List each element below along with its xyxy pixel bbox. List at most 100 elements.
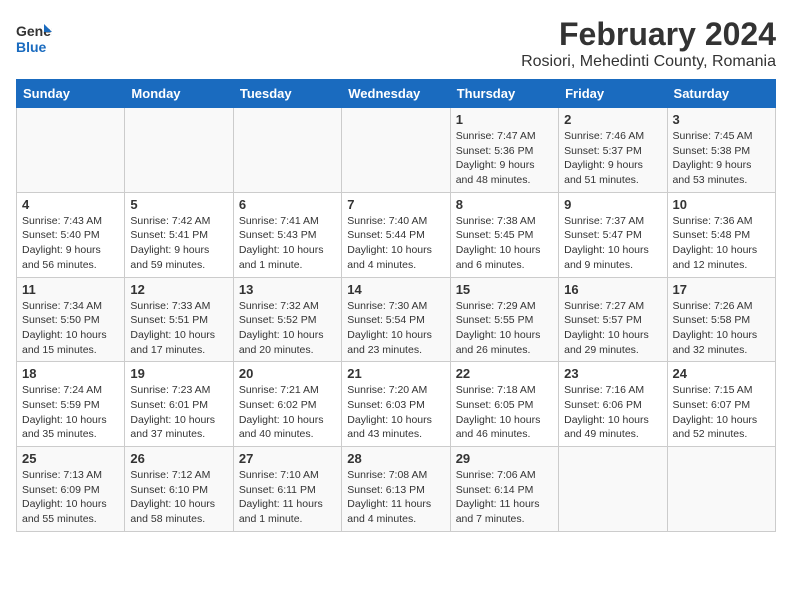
day-number: 2 — [564, 112, 661, 127]
day-number: 19 — [130, 366, 227, 381]
calendar-cell: 24 Sunrise: 7:15 AM Sunset: 6:07 PM Dayli… — [667, 362, 775, 447]
day-info: Sunrise: 7:34 AM Sunset: 5:50 PM Dayligh… — [22, 299, 119, 358]
day-number: 25 — [22, 451, 119, 466]
day-number: 23 — [564, 366, 661, 381]
day-info: Sunrise: 7:18 AM Sunset: 6:05 PM Dayligh… — [456, 383, 553, 442]
calendar-cell: 18Sunrise: 7:24 AM Sunset: 5:59 PM Dayli… — [17, 362, 125, 447]
col-header-wednesday: Wednesday — [342, 80, 450, 108]
day-info: Sunrise: 7:45 AM Sunset: 5:38 PM Dayligh… — [673, 129, 770, 188]
day-info: Sunrise: 7:33 AM Sunset: 5:51 PM Dayligh… — [130, 299, 227, 358]
calendar-cell: 29Sunrise: 7:06 AM Sunset: 6:14 PM Dayli… — [450, 447, 558, 532]
day-info: Sunrise: 7:46 AM Sunset: 5:37 PM Dayligh… — [564, 129, 661, 188]
logo: General Blue — [16, 16, 52, 65]
calendar-cell: 25 Sunrise: 7:13 AM Sunset: 6:09 PM Dayli… — [17, 447, 125, 532]
day-number: 1 — [456, 112, 553, 127]
day-info: Sunrise: 7:29 AM Sunset: 5:55 PM Dayligh… — [456, 299, 553, 358]
calendar-cell: 7 Sunrise: 7:40 AM Sunset: 5:44 PM Daylig… — [342, 192, 450, 277]
day-info: Sunrise: 7:41 AM Sunset: 5:43 PM Dayligh… — [239, 214, 336, 273]
calendar-week-row: 11 Sunrise: 7:34 AM Sunset: 5:50 PM Dayli… — [17, 277, 776, 362]
col-header-sunday: Sunday — [17, 80, 125, 108]
calendar-cell: 12Sunrise: 7:33 AM Sunset: 5:51 PM Dayli… — [125, 277, 233, 362]
day-info: Sunrise: 7:37 AM Sunset: 5:47 PM Dayligh… — [564, 214, 661, 273]
calendar-week-row: 1 Sunrise: 7:47 AM Sunset: 5:36 PM Daylig… — [17, 108, 776, 193]
calendar-cell: 28 Sunrise: 7:08 AM Sunset: 6:13 PM Dayli… — [342, 447, 450, 532]
calendar-week-row: 25 Sunrise: 7:13 AM Sunset: 6:09 PM Dayli… — [17, 447, 776, 532]
calendar-cell: 20 Sunrise: 7:21 AM Sunset: 6:02 PM Dayli… — [233, 362, 341, 447]
day-number: 14 — [347, 282, 444, 297]
day-number: 6 — [239, 197, 336, 212]
logo-icon: General Blue — [16, 16, 52, 60]
day-info: Sunrise: 7:15 AM Sunset: 6:07 PM Dayligh… — [673, 383, 770, 442]
calendar-cell: 22 Sunrise: 7:18 AM Sunset: 6:05 PM Dayli… — [450, 362, 558, 447]
day-number: 24 — [673, 366, 770, 381]
svg-text:Blue: Blue — [16, 39, 47, 55]
calendar-week-row: 4 Sunrise: 7:43 AM Sunset: 5:40 PM Daylig… — [17, 192, 776, 277]
day-number: 15 — [456, 282, 553, 297]
calendar-cell: 19 Sunrise: 7:23 AM Sunset: 6:01 PM Dayli… — [125, 362, 233, 447]
day-number: 7 — [347, 197, 444, 212]
day-number: 22 — [456, 366, 553, 381]
calendar-cell: 2 Sunrise: 7:46 AM Sunset: 5:37 PM Daylig… — [559, 108, 667, 193]
day-info: Sunrise: 7:47 AM Sunset: 5:36 PM Dayligh… — [456, 129, 553, 188]
day-number: 21 — [347, 366, 444, 381]
col-header-tuesday: Tuesday — [233, 80, 341, 108]
day-info: Sunrise: 7:30 AM Sunset: 5:54 PM Dayligh… — [347, 299, 444, 358]
day-info: Sunrise: 7:38 AM Sunset: 5:45 PM Dayligh… — [456, 214, 553, 273]
day-info: Sunrise: 7:40 AM Sunset: 5:44 PM Dayligh… — [347, 214, 444, 273]
calendar-cell: 16 Sunrise: 7:27 AM Sunset: 5:57 PM Dayli… — [559, 277, 667, 362]
day-number: 26 — [130, 451, 227, 466]
calendar-cell: 15 Sunrise: 7:29 AM Sunset: 5:55 PM Dayli… — [450, 277, 558, 362]
day-info: Sunrise: 7:26 AM Sunset: 5:58 PM Dayligh… — [673, 299, 770, 358]
day-info: Sunrise: 7:23 AM Sunset: 6:01 PM Dayligh… — [130, 383, 227, 442]
calendar-cell: 8 Sunrise: 7:38 AM Sunset: 5:45 PM Daylig… — [450, 192, 558, 277]
page-header: General Blue February 2024 Rosiori, Mehe… — [16, 16, 776, 71]
day-number: 17 — [673, 282, 770, 297]
calendar-cell: 14 Sunrise: 7:30 AM Sunset: 5:54 PM Dayli… — [342, 277, 450, 362]
day-info: Sunrise: 7:27 AM Sunset: 5:57 PM Dayligh… — [564, 299, 661, 358]
calendar-cell: 17 Sunrise: 7:26 AM Sunset: 5:58 PM Dayli… — [667, 277, 775, 362]
day-info: Sunrise: 7:08 AM Sunset: 6:13 PM Dayligh… — [347, 468, 444, 527]
calendar-cell: 26Sunrise: 7:12 AM Sunset: 6:10 PM Dayli… — [125, 447, 233, 532]
calendar-cell — [559, 447, 667, 532]
location-subtitle: Rosiori, Mehedinti County, Romania — [521, 53, 776, 71]
calendar-cell: 10 Sunrise: 7:36 AM Sunset: 5:48 PM Dayli… — [667, 192, 775, 277]
day-info: Sunrise: 7:36 AM Sunset: 5:48 PM Dayligh… — [673, 214, 770, 273]
calendar-cell: 1 Sunrise: 7:47 AM Sunset: 5:36 PM Daylig… — [450, 108, 558, 193]
col-header-monday: Monday — [125, 80, 233, 108]
day-number: 29 — [456, 451, 553, 466]
day-info: Sunrise: 7:21 AM Sunset: 6:02 PM Dayligh… — [239, 383, 336, 442]
calendar-cell: 27Sunrise: 7:10 AM Sunset: 6:11 PM Dayli… — [233, 447, 341, 532]
day-number: 27 — [239, 451, 336, 466]
col-header-thursday: Thursday — [450, 80, 558, 108]
day-number: 16 — [564, 282, 661, 297]
calendar-table: SundayMondayTuesdayWednesdayThursdayFrid… — [16, 79, 776, 532]
title-section: February 2024 Rosiori, Mehedinti County,… — [521, 16, 776, 71]
calendar-cell — [667, 447, 775, 532]
calendar-cell: 5Sunrise: 7:42 AM Sunset: 5:41 PM Daylig… — [125, 192, 233, 277]
day-number: 8 — [456, 197, 553, 212]
day-number: 11 — [22, 282, 119, 297]
calendar-cell: 4 Sunrise: 7:43 AM Sunset: 5:40 PM Daylig… — [17, 192, 125, 277]
day-number: 5 — [130, 197, 227, 212]
calendar-cell — [17, 108, 125, 193]
calendar-cell: 11 Sunrise: 7:34 AM Sunset: 5:50 PM Dayli… — [17, 277, 125, 362]
month-year-title: February 2024 — [521, 16, 776, 53]
day-number: 28 — [347, 451, 444, 466]
day-number: 20 — [239, 366, 336, 381]
day-info: Sunrise: 7:13 AM Sunset: 6:09 PM Dayligh… — [22, 468, 119, 527]
day-info: Sunrise: 7:24 AM Sunset: 5:59 PM Dayligh… — [22, 383, 119, 442]
calendar-cell — [342, 108, 450, 193]
calendar-cell: 3 Sunrise: 7:45 AM Sunset: 5:38 PM Daylig… — [667, 108, 775, 193]
calendar-cell: 9Sunrise: 7:37 AM Sunset: 5:47 PM Daylig… — [559, 192, 667, 277]
calendar-cell — [233, 108, 341, 193]
calendar-cell — [125, 108, 233, 193]
calendar-week-row: 18Sunrise: 7:24 AM Sunset: 5:59 PM Dayli… — [17, 362, 776, 447]
day-number: 3 — [673, 112, 770, 127]
day-info: Sunrise: 7:20 AM Sunset: 6:03 PM Dayligh… — [347, 383, 444, 442]
day-number: 13 — [239, 282, 336, 297]
calendar-cell: 6 Sunrise: 7:41 AM Sunset: 5:43 PM Daylig… — [233, 192, 341, 277]
day-number: 10 — [673, 197, 770, 212]
col-header-saturday: Saturday — [667, 80, 775, 108]
day-info: Sunrise: 7:43 AM Sunset: 5:40 PM Dayligh… — [22, 214, 119, 273]
day-number: 4 — [22, 197, 119, 212]
